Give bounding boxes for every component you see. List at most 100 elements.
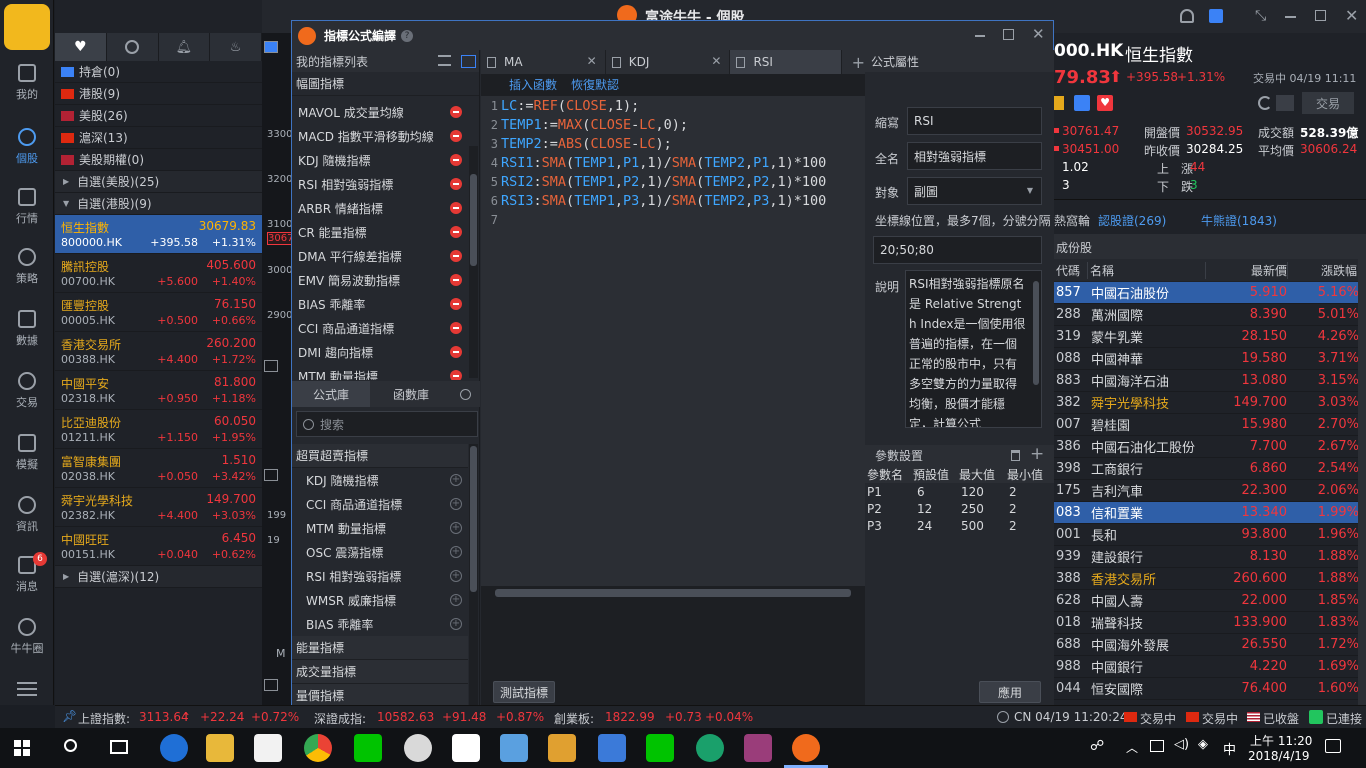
remove-icon[interactable] [450, 346, 462, 358]
close-tab-icon[interactable]: ✕ [711, 54, 721, 68]
add-icon[interactable]: + [450, 474, 462, 486]
chrome-icon[interactable] [304, 734, 332, 762]
taskbar-date[interactable]: 2018/4/19 [1248, 749, 1310, 763]
close-tab-icon[interactable]: ✕ [587, 54, 597, 68]
remove-icon[interactable] [450, 106, 462, 118]
group-item[interactable]: 滬深(13) [55, 127, 262, 149]
futu-taskbar-icon[interactable] [792, 734, 820, 762]
taskbar-time[interactable]: 上午 11:20 [1250, 732, 1312, 749]
library-item[interactable]: BIAS 乖離率 + [292, 612, 468, 636]
nav-database[interactable]: 數據 [0, 310, 54, 348]
store-icon[interactable] [254, 734, 282, 762]
code-hscrollbar[interactable] [481, 586, 865, 600]
m-tab[interactable]: M [276, 647, 286, 660]
library-item[interactable]: RSI 相對強弱指標 + [292, 564, 468, 588]
indicator-item[interactable]: BIAS 乖離率 [292, 292, 468, 316]
nav-message[interactable]: 消息 6 [0, 552, 54, 594]
trash-icon[interactable] [1011, 450, 1020, 461]
indicator-item[interactable]: DMI 趨向指標 [292, 340, 468, 364]
table-row[interactable]: 044 恒安國際 76.400 1.60% [1054, 678, 1366, 700]
param-cell[interactable]: P1 [865, 485, 911, 499]
add-icon[interactable]: + [450, 546, 462, 558]
apply-button[interactable]: 應用 [979, 681, 1041, 703]
headset-icon[interactable] [1180, 9, 1194, 23]
search-icon[interactable] [460, 388, 471, 400]
code-line[interactable]: 4 RSI1: SMA(TEMP1, P1, 1)/SMA(TEMP2, P1, 1)* 10… [481, 153, 865, 172]
code-editor[interactable]: 1 LC:= REF(CLOSE, 1); 2 TEMP1:= MAX(CLOSE - LC, 0… [481, 96, 865, 586]
table-row[interactable]: 388 香港交易所 260.600 1.88% [1054, 568, 1366, 590]
add-icon[interactable]: + [450, 570, 462, 582]
people-icon[interactable]: ☍ [1090, 738, 1104, 754]
group-item[interactable]: 美股期權(0) [55, 149, 262, 171]
task-view-icon[interactable] [110, 740, 128, 754]
chart-toggle-icon[interactable] [264, 469, 278, 481]
param-cell[interactable]: 2 [1005, 502, 1051, 516]
line-app-icon[interactable] [646, 734, 674, 762]
minimize-icon[interactable] [975, 35, 985, 37]
group-folder[interactable]: ▼ 自選(港股)(9) [55, 193, 262, 215]
remove-icon[interactable] [450, 274, 462, 286]
link-warrant[interactable]: 熱窩輪 [1054, 212, 1090, 229]
test-indicator-button[interactable]: 測試指標 [493, 681, 555, 703]
code-line[interactable]: 1 LC:= REF(CLOSE, 1); [481, 96, 865, 115]
nav-trade[interactable]: 交易 [0, 372, 54, 410]
help-icon[interactable]: ? [401, 29, 414, 42]
mail-icon[interactable] [452, 734, 480, 762]
nav-user[interactable]: 我的 [0, 64, 54, 102]
table-row[interactable]: 175 吉利汽車 22.300 2.06% [1054, 480, 1366, 502]
nav-bulb[interactable]: 策略 [0, 248, 54, 286]
restore-default-link[interactable]: 恢復默認 [571, 76, 619, 93]
col-change[interactable]: 漲跌幅 [1287, 261, 1357, 279]
library-item[interactable]: MTM 動量指標 + [292, 516, 468, 540]
list-item[interactable]: 舜宇光學科技 02382.HK 149.700 +4.400 +3.03% [55, 488, 262, 527]
param-row[interactable]: P1 6 120 2 [865, 483, 1054, 500]
library-group[interactable]: 成交量指標 [292, 660, 468, 684]
indicator-item[interactable]: MAVOL 成交量均線 [292, 100, 468, 124]
group-folder[interactable]: ▶ 自選(美股)(25) [55, 171, 262, 193]
tab-hot[interactable]: ♨ [210, 33, 262, 61]
library-scrollbar[interactable] [469, 444, 478, 706]
param-cell[interactable]: 24 [911, 519, 957, 533]
table-row[interactable]: 386 中國石油化工股份 7.700 2.67% [1054, 436, 1366, 458]
add-icon[interactable]: + [450, 594, 462, 606]
list-item[interactable]: 富智康集團 02038.HK 1.510 +0.050 +3.42% [55, 449, 262, 488]
target-select[interactable]: 副圖 ▼ [907, 177, 1042, 205]
table-row[interactable]: 857 中國石油股份 5.910 5.16% [1054, 282, 1366, 304]
favorite-icon[interactable]: ♥ [1097, 95, 1113, 111]
close-icon[interactable]: ✕ [1345, 6, 1358, 25]
remove-icon[interactable] [450, 298, 462, 310]
remove-icon[interactable] [450, 178, 462, 190]
remove-icon[interactable] [450, 250, 462, 262]
code-line[interactable]: 7 [481, 210, 865, 229]
chart-toggle-icon[interactable] [264, 360, 278, 372]
group-item[interactable]: 持倉(0) [55, 61, 262, 83]
description-textarea[interactable]: RSI相對強弱指標原名是 Relative Strength Index是一個使… [905, 270, 1042, 428]
notification-icon[interactable] [1325, 739, 1341, 753]
library-item[interactable]: WMSR 威廉指標 + [292, 588, 468, 612]
list-view-icon[interactable] [438, 55, 451, 66]
library-item[interactable]: CCI 商品通道指標 + [292, 492, 468, 516]
indicator-item[interactable]: EMV 簡易波動指標 [292, 268, 468, 292]
add-icon[interactable]: + [450, 498, 462, 510]
code-line[interactable]: 3 TEMP2:= ABS(CLOSE - LC); [481, 134, 865, 153]
search-icon[interactable] [64, 739, 77, 752]
maximize-icon[interactable] [1003, 29, 1014, 40]
table-row[interactable]: 083 信和置業 13.340 1.99% [1054, 502, 1366, 524]
description-scrollbar[interactable] [1033, 281, 1039, 385]
table-row[interactable]: 088 中國神華 19.580 3.71% [1054, 348, 1366, 370]
table-row[interactable]: 288 萬洲國際 8.390 5.01% [1054, 304, 1366, 326]
group-folder[interactable]: ▶ 自選(滬深)(12) [55, 566, 262, 588]
library-item[interactable]: OSC 震蕩指標 + [292, 540, 468, 564]
remove-icon[interactable] [450, 226, 462, 238]
indicator-item[interactable]: MTM 動量指標 [292, 364, 468, 380]
table-row[interactable]: 382 舜宇光學科技 149.700 3.03% [1054, 392, 1366, 414]
remove-icon[interactable] [450, 130, 462, 142]
insert-function-link[interactable]: 插入函數 [509, 76, 557, 93]
add-tab-icon[interactable]: + [852, 53, 865, 72]
table-row[interactable]: 018 瑞聲科技 133.900 1.83% [1054, 612, 1366, 634]
tab-favorites[interactable]: ♥ [55, 33, 107, 61]
table-row[interactable]: 883 中國海洋石油 13.080 3.15% [1054, 370, 1366, 392]
network-icon[interactable] [1150, 740, 1164, 752]
remove-icon[interactable] [450, 154, 462, 166]
sketch-icon[interactable] [548, 734, 576, 762]
